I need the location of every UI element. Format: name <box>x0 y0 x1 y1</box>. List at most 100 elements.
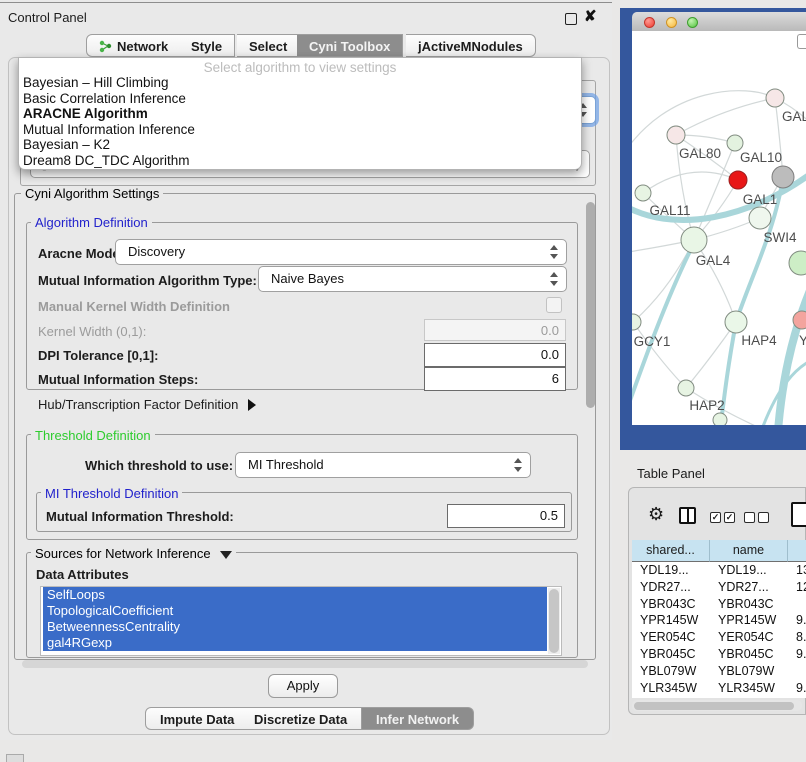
dropdown-item[interactable]: Dream8 DC_TDC Algorithm <box>23 153 573 169</box>
node-gray[interactable] <box>772 166 794 188</box>
mi-steps-field[interactable]: 6 <box>424 367 566 391</box>
column-header-name[interactable]: name <box>710 540 788 562</box>
node-gal1-red[interactable] <box>729 171 747 189</box>
cell-value: 8. <box>788 629 806 646</box>
dpi-tolerance-field[interactable]: 0.0 <box>424 343 566 367</box>
zoom-traffic-light-icon[interactable] <box>687 17 698 28</box>
cell-shared: YIL052C <box>632 696 710 698</box>
mi-threshold-group-title: MI Threshold Definition <box>41 486 182 501</box>
column-header-shared[interactable]: shared... <box>632 540 710 562</box>
cell-shared: YDR27... <box>632 579 710 596</box>
table-row[interactable]: YER054C YER054C 8. <box>632 629 806 646</box>
cell-name: YBL079W <box>710 663 788 680</box>
list-scrollbar-thumb[interactable] <box>549 589 559 653</box>
column-header-partial[interactable] <box>788 540 806 562</box>
corner-widget <box>6 754 24 762</box>
float-window-icon[interactable] <box>565 13 577 25</box>
table-row[interactable]: YDL19... YDL19... 13 <box>632 562 806 579</box>
table-row[interactable]: YPR145W YPR145W 9. <box>632 612 806 629</box>
node-table: shared... name YDL19... YDL19... 13 YDR2… <box>632 540 806 698</box>
unchecked-checkbox-icon[interactable] <box>758 512 769 523</box>
close-icon[interactable]: ✘ <box>584 7 597 25</box>
mi-threshold-field[interactable]: 0.5 <box>447 504 565 528</box>
dropdown-item[interactable]: Mutual Information Inference <box>23 122 573 138</box>
table-row[interactable]: YLR345W YLR345W 9. <box>632 680 806 697</box>
screen: Control Panel ✘ Network Style Select Cyn… <box>0 0 806 762</box>
table-row[interactable]: YBR043C YBR043C <box>632 596 806 613</box>
network-window-titlebar[interactable] <box>632 12 806 32</box>
node-hap2[interactable] <box>678 380 694 396</box>
network-canvas[interactable]: GAL GAL80 GAL10 GAL1 GAL11 SWI4 GAL4 GCY… <box>632 31 806 425</box>
tab-discretize-data[interactable]: Discretize Data <box>240 707 362 730</box>
manual-kernel-checkbox[interactable] <box>546 297 562 313</box>
node-gal11[interactable] <box>635 185 651 201</box>
dropdown-item[interactable]: Bayesian – K2 <box>23 137 573 153</box>
tab-jactivemnodules[interactable]: jActiveMNodules <box>406 34 536 57</box>
apply-button[interactable]: Apply <box>268 674 338 698</box>
data-attributes-list: SelfLoops TopologicalCoefficient Between… <box>40 586 562 656</box>
list-item[interactable]: TopologicalCoefficient <box>43 603 547 619</box>
cell-value: 9. <box>788 612 806 629</box>
network-graph: GAL GAL80 GAL10 GAL1 GAL11 SWI4 GAL4 GCY… <box>632 31 806 425</box>
node-label: HAP4 <box>741 333 777 348</box>
cell-name: YDL19... <box>710 562 788 579</box>
cell-value <box>788 663 806 680</box>
unchecked-checkbox-icon[interactable] <box>744 512 755 523</box>
cell-name: YBR045C <box>710 646 788 663</box>
list-scrollbar-track[interactable] <box>548 588 560 654</box>
mi-type-combo[interactable]: Naive Bayes <box>258 266 567 292</box>
node-gal10[interactable] <box>727 135 743 151</box>
node-salmon[interactable] <box>793 311 806 329</box>
table-hscrollbar-thumb[interactable] <box>634 702 794 710</box>
table-row[interactable]: YIL052C YIL052C 9 <box>632 696 806 698</box>
dropdown-item[interactable]: Basic Correlation Inference <box>23 91 573 107</box>
cell-name: YLR345W <box>710 680 788 697</box>
settings-scrollbar[interactable] <box>586 202 595 408</box>
node-label: SWI4 <box>763 230 796 245</box>
tab-select[interactable]: Select <box>237 34 300 57</box>
divider <box>0 2 612 3</box>
node[interactable] <box>713 413 727 425</box>
checked-checkbox-icon[interactable]: ✓ <box>724 512 735 523</box>
aracne-mode-combo[interactable]: Discovery <box>115 239 567 265</box>
node-gal4[interactable] <box>681 227 707 253</box>
mi-type-label: Mutual Information Algorithm Type: <box>38 273 257 288</box>
node-gal80[interactable] <box>667 126 685 144</box>
sources-group-toggle[interactable]: Sources for Network Inference <box>31 546 236 561</box>
list-item[interactable]: SelfLoops <box>43 587 547 603</box>
table-row[interactable]: YDR27... YDR27... 12 <box>632 579 806 596</box>
canvas-side-tab[interactable] <box>797 34 806 49</box>
hub-section-toggle[interactable]: Hub/Transcription Factor Definition <box>38 397 256 412</box>
node-green[interactable] <box>789 251 806 275</box>
node[interactable] <box>766 89 784 107</box>
node-swi4[interactable] <box>749 207 771 229</box>
node-hap4[interactable] <box>725 311 747 333</box>
close-traffic-light-icon[interactable] <box>644 17 655 28</box>
data-attributes-label: Data Attributes <box>36 567 129 582</box>
tab-cyni-toolbox[interactable]: Cyni Toolbox <box>297 34 403 57</box>
checked-checkbox-icon[interactable]: ✓ <box>710 512 721 523</box>
kernel-width-field[interactable]: 0.0 <box>424 319 566 341</box>
node-label: GAL <box>782 109 806 124</box>
which-threshold-combo[interactable]: MI Threshold <box>235 452 531 478</box>
mi-type-value: Naive Bayes <box>271 271 344 286</box>
list-item[interactable]: BetweennessCentrality <box>43 619 547 635</box>
gear-icon[interactable]: ⚙ <box>648 505 664 523</box>
minimize-traffic-light-icon[interactable] <box>666 17 677 28</box>
dropdown-item[interactable]: Bayesian – Hill Climbing <box>23 75 573 91</box>
network-node-labels: GAL GAL80 GAL10 GAL1 GAL11 SWI4 GAL4 GCY… <box>634 109 806 413</box>
tab-impute-data[interactable]: Impute Data <box>145 707 249 730</box>
settings-horizontal-scrollbar[interactable] <box>22 660 588 668</box>
cell-value: 13 <box>788 562 806 579</box>
tab-network[interactable]: Network <box>86 34 181 57</box>
table-panel-title: Table Panel <box>637 466 705 481</box>
tab-style[interactable]: Style <box>179 34 235 57</box>
chevron-down-icon <box>220 551 232 559</box>
list-item[interactable]: gal4RGexp <box>43 635 547 651</box>
columns-icon[interactable] <box>679 507 696 524</box>
table-row[interactable]: YBL079W YBL079W <box>632 663 806 680</box>
document-icon[interactable] <box>791 502 806 527</box>
table-row[interactable]: YBR045C YBR045C 9. <box>632 646 806 663</box>
tab-infer-network[interactable]: Infer Network <box>362 707 474 730</box>
dropdown-item-selected[interactable]: ARACNE Algorithm <box>23 106 573 122</box>
